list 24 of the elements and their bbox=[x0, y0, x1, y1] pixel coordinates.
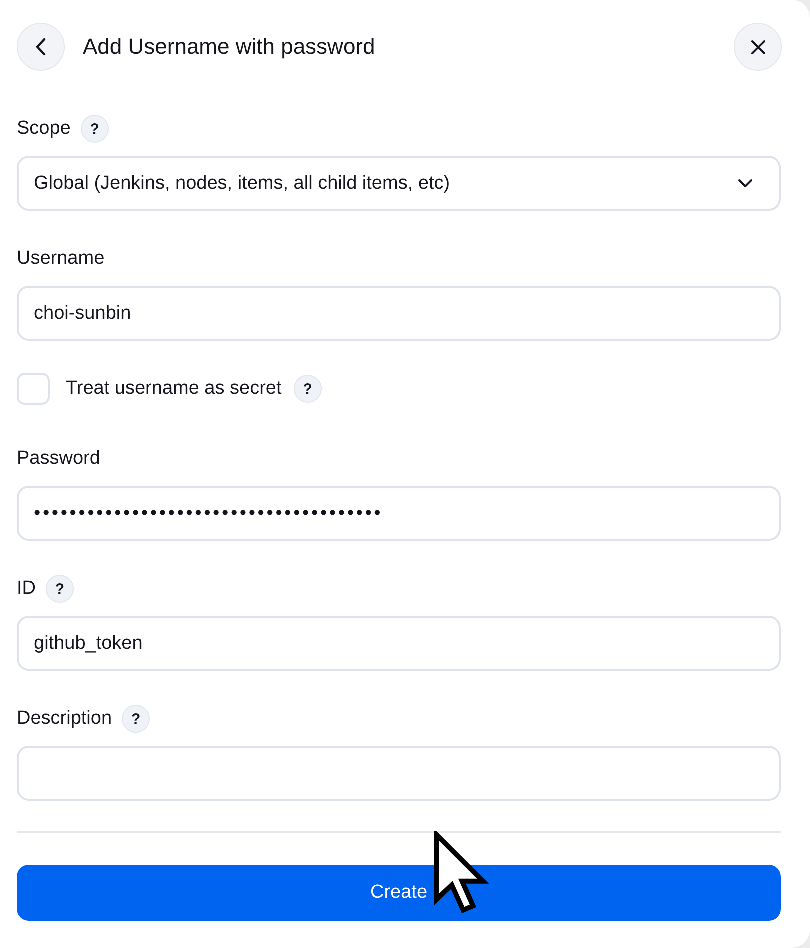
field-label: Description bbox=[17, 708, 112, 730]
password-field[interactable]: ••••••••••••••••••••••••••••••••••••••• bbox=[17, 486, 781, 541]
field-label: Password bbox=[17, 448, 100, 470]
field-label: ID bbox=[17, 578, 36, 600]
mouse-pointer-icon bbox=[433, 831, 490, 915]
input-field[interactable] bbox=[17, 746, 781, 801]
checkbox[interactable] bbox=[17, 373, 50, 405]
chevron-left-icon bbox=[36, 38, 46, 56]
help-button[interactable]: ? bbox=[46, 575, 74, 603]
input-field[interactable]: choi-sunbin bbox=[17, 286, 781, 341]
back-button[interactable] bbox=[17, 23, 65, 71]
field-label: Username bbox=[17, 248, 105, 270]
help-button[interactable]: ? bbox=[294, 375, 322, 403]
checkbox-label[interactable]: Treat username as secret bbox=[66, 378, 282, 400]
create-button[interactable]: Create bbox=[17, 865, 781, 921]
chevron-down-icon bbox=[738, 179, 753, 188]
close-button[interactable] bbox=[734, 23, 782, 71]
input-field[interactable]: github_token bbox=[17, 616, 781, 671]
field-label: Scope bbox=[17, 118, 71, 140]
help-button[interactable]: ? bbox=[80, 115, 109, 143]
dialog-title: Add Username with password bbox=[83, 34, 376, 60]
close-icon bbox=[750, 40, 766, 54]
scope-dropdown[interactable]: Global (Jenkins, nodes, items, all child items, etc) bbox=[17, 156, 781, 211]
help-button[interactable]: ? bbox=[122, 705, 150, 733]
